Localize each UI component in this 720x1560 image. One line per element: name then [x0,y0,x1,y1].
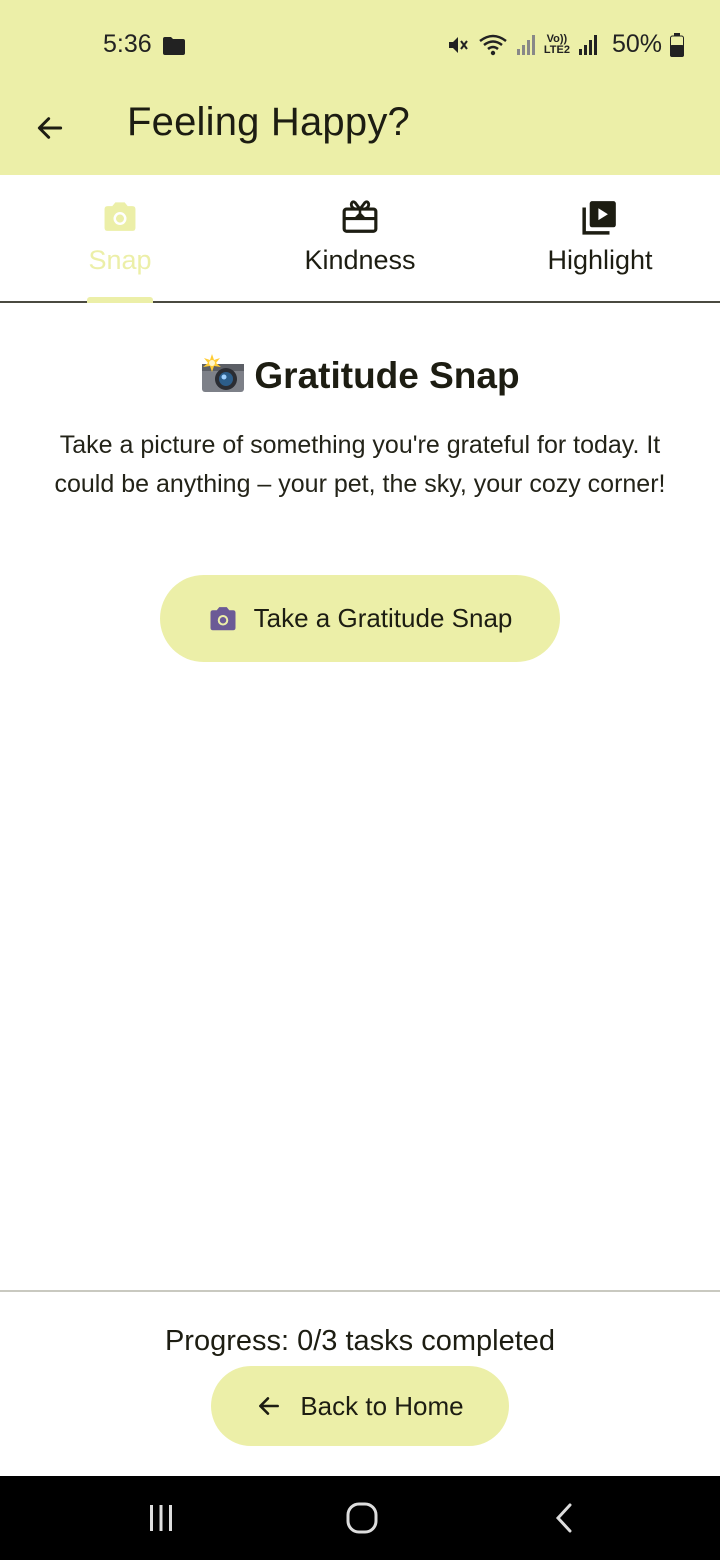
camera-icon [104,202,136,231]
folder-icon [163,37,185,55]
tab-label: Highlight [547,245,653,275]
page-title: Feeling Happy? [127,100,410,144]
tab-label: Kindness [304,245,416,275]
status-time: 5:36 [103,30,152,58]
home-button-label: Back to Home [300,1390,464,1421]
take-gratitude-snap-button[interactable]: Take a Gratitude Snap [160,575,560,662]
back-nav-button[interactable] [534,1496,594,1540]
progress-text: Progress: 0/3 tasks completed [164,1325,556,1357]
system-nav-bar [0,1476,720,1560]
status-icons: Vo)) LTE2 50% [446,30,684,59]
back-icon [555,1503,572,1533]
recents-button[interactable] [131,1496,191,1540]
wifi-icon [479,34,507,55]
tab-highlight[interactable]: Highlight [480,175,720,301]
back-to-home-button[interactable]: Back to Home [211,1366,509,1446]
content-description: Take a picture of something you're grate… [54,431,666,498]
tab-label: Snap [88,245,152,275]
tab-bar: Snap Kindness Highlight [0,175,720,303]
mute-icon [448,36,468,53]
volte-icon: Vo)) LTE2 [543,32,570,56]
tab-kindness[interactable]: Kindness [240,175,480,301]
gift-card-icon [342,200,378,233]
content-title: Gratitude Snap [0,352,720,403]
tab-indicator [87,297,153,303]
footer-divider [0,1290,720,1292]
tab-snap[interactable]: Snap [0,175,240,301]
signal-icon [516,34,535,55]
video-library-icon [582,201,616,235]
camera-icon [210,606,236,630]
battery-icon [670,32,684,57]
arrow-left-icon [37,117,63,139]
camera-flash-emoji-icon [200,352,246,403]
arrow-left-icon [259,1397,280,1415]
recents-icon [150,1505,172,1531]
signal-icon [578,34,597,55]
status-bar: 5:36 Vo)) LTE2 50% [0,0,720,92]
home-icon [346,1502,378,1534]
battery-percent: 50% [611,30,662,58]
content-title-text: Gratitude Snap [254,355,520,396]
volte-bottom: LTE2 [543,43,570,56]
home-nav-button[interactable] [332,1496,392,1540]
app-bar: Feeling Happy? [0,92,720,175]
back-button[interactable] [28,106,72,150]
snap-button-label: Take a Gratitude Snap [253,603,513,633]
volte-top: Vo)) [546,32,568,45]
